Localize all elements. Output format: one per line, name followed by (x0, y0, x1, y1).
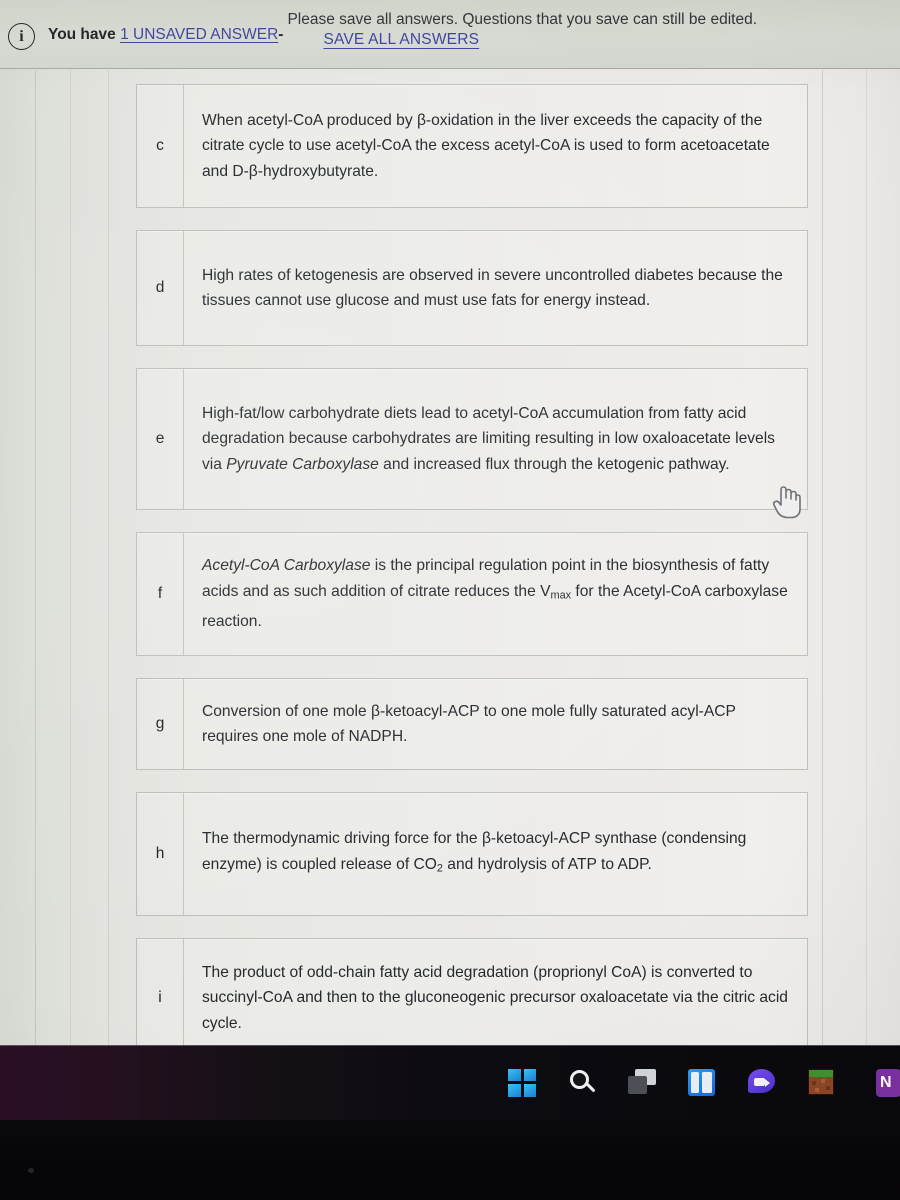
bezel-speck (28, 1168, 34, 1173)
chat-icon[interactable] (748, 1068, 778, 1099)
option-letter: h (137, 793, 184, 915)
banner-separator: - (278, 26, 284, 43)
minecraft-icon[interactable] (808, 1068, 838, 1099)
table-row[interactable]: c When acetyl-CoA produced by β-oxidatio… (136, 84, 808, 208)
info-circle-icon: i (8, 23, 35, 50)
table-row[interactable]: f Acetyl-CoA Carboxylase is the principa… (136, 532, 808, 656)
page-seam (822, 70, 823, 1045)
onenote-icon[interactable]: N (868, 1068, 900, 1099)
onenote-icon-label: N (876, 1068, 900, 1097)
option-text: High rates of ketogenesis are observed i… (202, 266, 783, 310)
table-row[interactable]: h The thermodynamic driving force for th… (136, 792, 808, 916)
vmax-symbol: V (540, 582, 551, 600)
option-letter: e (137, 369, 184, 509)
monitor-bezel (0, 1120, 900, 1200)
option-text-emphasis: Acetyl-CoA Carboxylase (202, 557, 371, 575)
page-seam (108, 70, 109, 1045)
banner-message: Please save all answers. Questions that … (287, 11, 758, 28)
option-text-part2: and hydrolysis of ATP to ADP. (442, 855, 652, 873)
table-row[interactable]: e High-fat/low carbohydrate diets lead t… (136, 368, 808, 510)
option-text: The product of odd-chain fatty acid degr… (202, 963, 788, 1032)
windows-start-icon[interactable] (508, 1068, 538, 1099)
option-letter: c (137, 85, 184, 207)
page-seam (35, 70, 36, 1045)
unsaved-answers-banner: i You have 1 UNSAVED ANSWER- Please save… (0, 0, 900, 69)
option-letter: d (137, 231, 184, 345)
unsaved-answer-link[interactable]: 1 UNSAVED ANSWER (120, 26, 278, 43)
task-view-icon[interactable] (628, 1068, 658, 1099)
table-row[interactable]: g Conversion of one mole β-ketoacyl-ACP … (136, 678, 808, 770)
option-text: Conversion of one mole β-ketoacyl-ACP to… (202, 702, 736, 746)
option-letter: f (137, 533, 184, 655)
vmax-subscript: max (550, 589, 572, 602)
option-text: The thermodynamic driving force for the … (184, 810, 807, 898)
page-seam (70, 70, 71, 1045)
banner-prefix-label: You have (48, 26, 116, 43)
table-row[interactable]: i The product of odd-chain fatty acid de… (136, 938, 808, 1045)
answer-options-list: c When acetyl-CoA produced by β-oxidatio… (136, 84, 808, 1045)
option-text: When acetyl-CoA produced by β-oxidation … (202, 111, 770, 180)
option-letter: i (137, 939, 184, 1045)
photographed-screen: i You have 1 UNSAVED ANSWER- Please save… (0, 0, 900, 1200)
save-all-answers-button[interactable]: SAVE ALL ANSWERS (323, 31, 479, 49)
widgets-icon[interactable] (688, 1068, 718, 1099)
option-text-part2: and increased flux through the ketogenic… (378, 455, 730, 473)
search-icon[interactable] (568, 1069, 598, 1099)
page-seam (866, 70, 867, 1045)
table-row[interactable]: d High rates of ketogenesis are observed… (136, 230, 808, 346)
option-letter: g (137, 679, 184, 769)
option-text: Acetyl-CoA Carboxylase is the principal … (184, 537, 807, 650)
option-text-emphasis: Pyruvate Carboxylase (226, 455, 379, 473)
banner-primary-text: You have 1 UNSAVED ANSWER- (48, 25, 283, 44)
option-text: High-fat/low carbohydrate diets lead to … (184, 385, 807, 494)
windows-taskbar: N (0, 1045, 900, 1121)
browser-page-area: i You have 1 UNSAVED ANSWER- Please save… (0, 0, 900, 1045)
